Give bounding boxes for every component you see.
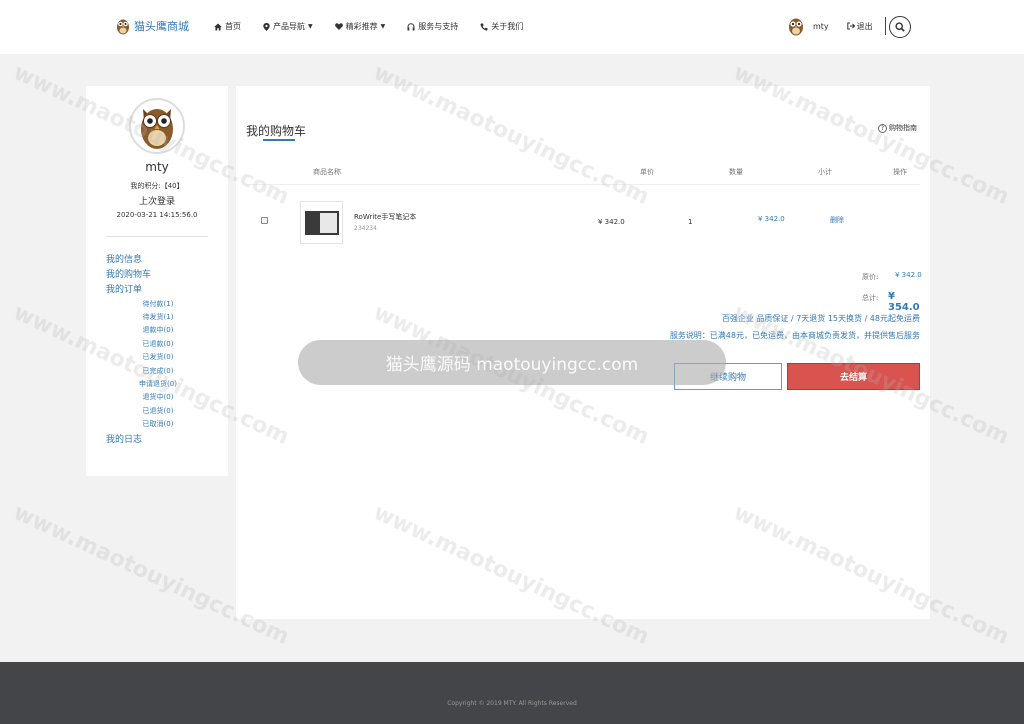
nav-label: 精彩推荐 xyxy=(345,22,378,31)
sidebar-item-my-info[interactable]: 我的信息 xyxy=(106,252,142,265)
order-filter-refunding[interactable]: 退款中(0) xyxy=(126,325,190,335)
page-title: 我的购物车 xyxy=(246,124,307,138)
user-sidebar: mty 我的积分:【40】 上次登录 2020-03-21 14:15:56.0… xyxy=(86,86,228,476)
delete-item-link[interactable]: 删除 xyxy=(830,215,844,225)
nav-home[interactable]: 首页 xyxy=(214,21,241,32)
shopping-guide-link[interactable]: ? 购物指南 xyxy=(878,123,917,133)
item-quantity[interactable]: 1 xyxy=(688,218,692,226)
order-filter-pending-shipment[interactable]: 待发货(1) xyxy=(126,312,190,322)
nav-support[interactable]: 服务与支持 xyxy=(407,21,458,32)
notebook-page-image xyxy=(320,213,337,233)
column-header-action: 操作 xyxy=(893,168,907,176)
map-marker-icon xyxy=(263,22,270,31)
divider xyxy=(884,17,886,35)
brand-logo-link[interactable]: 猫头鹰商城 xyxy=(116,17,189,35)
page-footer: Copyright © 2019 MTY. All Rights Reserve… xyxy=(0,662,1024,724)
order-filter-returning[interactable]: 退货中(0) xyxy=(126,392,190,402)
item-unit-price: ¥ 342.0 xyxy=(598,218,625,226)
title-underline xyxy=(263,139,295,141)
item-checkbox[interactable] xyxy=(261,217,268,224)
user-name[interactable]: mty xyxy=(813,22,829,31)
header-divider xyxy=(246,184,920,185)
order-filter-return-request[interactable]: 申请退货(0) xyxy=(126,379,190,389)
phone-icon xyxy=(480,23,488,31)
nav-recommend[interactable]: 精彩推荐 ▼ xyxy=(334,21,386,32)
search-icon xyxy=(895,22,905,32)
product-code: 234234 xyxy=(354,225,377,232)
last-login-time: 2020-03-21 14:15:56.0 xyxy=(116,211,198,219)
nav-label: 产品导航 xyxy=(273,22,305,31)
profile-points: 我的积分:【40】 xyxy=(130,182,184,190)
nav-about[interactable]: 关于我们 xyxy=(480,21,523,32)
column-header-price: 单价 xyxy=(640,168,654,176)
brand-name: 猫头鹰商城 xyxy=(134,20,189,33)
nav-label: 首页 xyxy=(225,22,241,31)
top-navbar: 猫头鹰商城 首页 产品导航 ▼ 精彩推荐 ▼ 服务与支持 关于我们 mty 退出 xyxy=(0,0,1024,54)
nav-products[interactable]: 产品导航 ▼ xyxy=(263,21,313,32)
column-header-subtotal: 小计 xyxy=(818,168,832,176)
shopping-guide-label: 购物指南 xyxy=(889,124,917,132)
total-label: 总计: xyxy=(862,294,879,302)
order-filter-completed[interactable]: 已完成(0) xyxy=(126,366,190,376)
nav-label: 服务与支持 xyxy=(418,22,459,31)
owl-avatar-icon xyxy=(141,109,173,149)
home-icon xyxy=(214,23,222,30)
sidebar-item-my-log[interactable]: 我的日志 xyxy=(106,432,142,445)
sidebar-item-my-orders[interactable]: 我的订单 xyxy=(106,282,142,295)
sidebar-divider xyxy=(106,236,208,237)
profile-name: mty xyxy=(145,160,169,174)
logout-label: 退出 xyxy=(856,21,873,31)
logout-link[interactable]: 退出 xyxy=(846,21,873,32)
chevron-down-icon: ▼ xyxy=(308,23,313,30)
checkout-button[interactable]: 去结算 xyxy=(787,363,920,390)
order-filter-shipped[interactable]: 已发货(0) xyxy=(126,352,190,362)
column-header-qty: 数量 xyxy=(729,168,743,176)
original-price-value: ¥ 342.0 xyxy=(895,271,922,279)
logout-icon xyxy=(846,22,855,30)
item-subtotal: ¥ 342.0 xyxy=(758,215,785,223)
order-filter-cancelled[interactable]: 已取消(0) xyxy=(126,419,190,429)
chevron-down-icon: ▼ xyxy=(380,23,386,30)
last-login-label: 上次登录 xyxy=(138,197,175,207)
original-price-label: 原价: xyxy=(862,273,879,281)
column-header-name: 商品名称 xyxy=(313,168,341,176)
order-filter-returned[interactable]: 已退货(0) xyxy=(126,406,190,416)
quality-promise: 百强企业 品质保证 / 7天退货 15天换货 / 48元起免运费 xyxy=(721,314,920,323)
order-filter-pending-payment[interactable]: 待付款(1) xyxy=(126,299,190,309)
owl-logo-icon xyxy=(117,19,129,35)
user-avatar-icon[interactable] xyxy=(788,16,804,36)
main-nav: 首页 产品导航 ▼ 精彩推荐 ▼ 服务与支持 关于我们 xyxy=(214,21,523,32)
user-area: mty 退出 xyxy=(788,16,886,36)
heart-icon xyxy=(334,23,343,30)
watermark-banner: 猫头鹰源码 maotouyingcc.com xyxy=(298,340,726,385)
nav-label: 关于我们 xyxy=(491,22,524,31)
sidebar-item-my-cart[interactable]: 我的购物车 xyxy=(106,267,151,280)
product-thumbnail[interactable] xyxy=(300,201,343,244)
copyright-text: Copyright © 2019 MTY. All Rights Reserve… xyxy=(447,700,577,707)
order-filter-refunded[interactable]: 已退款(0) xyxy=(126,339,190,349)
search-button[interactable] xyxy=(889,16,911,38)
product-name[interactable]: RoWrite手写笔记本 xyxy=(354,212,416,222)
question-circle-icon: ? xyxy=(878,123,887,133)
total-value: ¥ 354.0 xyxy=(888,291,920,313)
avatar xyxy=(129,98,185,154)
headphones-icon xyxy=(407,22,415,30)
